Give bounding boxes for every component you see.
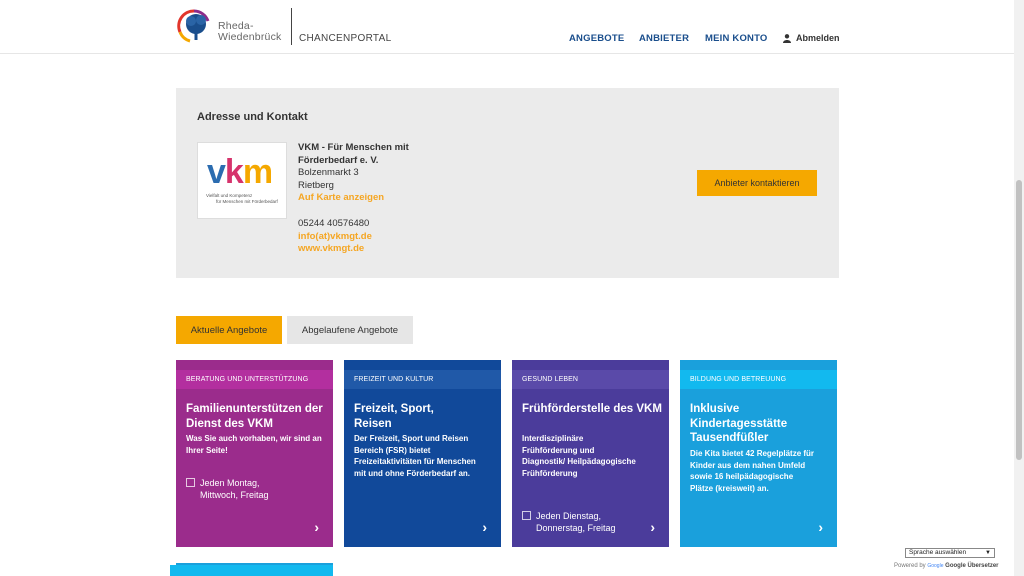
tab-current-offers[interactable]: Aktuelle Angebote xyxy=(176,316,282,344)
provider-logo-subtitle: Vielfalt und Kompetenz für Menschen mit … xyxy=(206,193,282,204)
provider-logo: vkm Vielfalt und Kompetenz für Menschen … xyxy=(197,142,287,219)
card-schedule: Jeden Dienstag, Donnerstag, Freitag xyxy=(522,510,626,534)
card-title: Freizeit, Sport, Reisen xyxy=(354,403,434,430)
language-select[interactable]: Sprache auswählen ▼ xyxy=(905,548,995,558)
google-logo: Google xyxy=(927,563,944,569)
provider-website[interactable]: www.vkmgt.de xyxy=(298,243,409,256)
chevron-right-icon[interactable]: › xyxy=(650,519,655,535)
card-description: Die Kita bietet 42 Regelplätze für Kinde… xyxy=(690,449,815,493)
page-scrollbar[interactable] xyxy=(1014,0,1024,576)
provider-city: Rietberg xyxy=(298,179,334,191)
chevron-right-icon[interactable]: › xyxy=(482,519,487,535)
page: Rheda- Wiedenbrück CHANCENPORTAL ANGEBOT… xyxy=(0,0,1024,576)
provider-email[interactable]: info(at)vkmgt.de xyxy=(298,231,409,244)
chevron-right-icon[interactable]: › xyxy=(314,519,319,535)
calendar-icon xyxy=(522,511,531,520)
card-title: Inklusive Kindertagesstätte Tausendfüßle… xyxy=(690,403,788,444)
card-category: FREIZEIT UND KULTUR xyxy=(344,370,501,389)
card-category: BERATUNG UND UNTERSTÜTZUNG xyxy=(176,370,333,389)
user-icon xyxy=(783,33,791,43)
card-category: BILDUNG UND BETREUUNG xyxy=(680,370,837,389)
provider-logo-word: vkm xyxy=(207,153,273,191)
card-title: Familienunterstützen der Dienst des VKM xyxy=(186,403,323,430)
offer-card[interactable]: FREIZEIT UND KULTUR Freizeit, Sport, Rei… xyxy=(344,360,501,547)
google-translate-link[interactable]: Google Übersetzer xyxy=(945,563,998,569)
provider-street: Bolzenmarkt 3 xyxy=(298,167,359,179)
header-divider xyxy=(291,8,292,45)
contact-heading: Adresse und Kontakt xyxy=(197,111,308,123)
card-category-strip xyxy=(170,565,333,576)
card-schedule: Jeden Montag, Mittwoch, Freitag xyxy=(186,477,280,501)
card-category: GESUND LEBEN xyxy=(512,370,669,389)
calendar-icon xyxy=(186,478,195,487)
nav-angebote[interactable]: ANGEBOTE xyxy=(569,33,624,44)
scrollbar-thumb[interactable] xyxy=(1016,180,1022,460)
card-description: Was Sie auch vorhaben, wir sind an Ihrer… xyxy=(186,434,322,455)
provider-name-1: VKM - Für Menschen mit xyxy=(298,142,409,153)
provider-logo-sub-2: für Menschen mit Förderbedarf xyxy=(216,198,278,204)
nav-mein-konto[interactable]: MEIN KONTO xyxy=(705,33,768,44)
portal-title: CHANCENPORTAL xyxy=(299,33,392,44)
city-logo-icon[interactable] xyxy=(176,8,212,44)
provider-name-2: Förderbedarf e. V. xyxy=(298,154,379,166)
map-link[interactable]: Auf Karte anzeigen xyxy=(298,192,409,205)
powered-by-label: Powered by xyxy=(894,563,926,569)
offer-card[interactable]: BILDUNG UND BETREUUNG Inklusive Kinderta… xyxy=(680,360,837,547)
card-description: Interdisziplinäre Frühförderung und Diag… xyxy=(522,434,636,478)
chevron-right-icon[interactable]: › xyxy=(818,519,823,535)
tab-expired-offers[interactable]: Abgelaufene Angebote xyxy=(287,316,413,344)
card-schedule-text: Jeden Montag, Mittwoch, Freitag xyxy=(200,478,269,500)
brand-line-2: Wiedenbrück xyxy=(218,31,282,43)
contact-section: Adresse und Kontakt vkm Vielfalt und Kom… xyxy=(176,88,839,278)
logout-label: Abmelden xyxy=(796,33,840,43)
card-schedule-text: Jeden Dienstag, Donnerstag, Freitag xyxy=(536,511,616,533)
chevron-down-icon: ▼ xyxy=(985,550,991,556)
offer-card[interactable]: BERATUNG UND UNTERSTÜTZUNG Familienunter… xyxy=(176,360,333,547)
powered-by: Powered by Google Google Übersetzer xyxy=(894,563,999,569)
language-select-value: Sprache auswählen xyxy=(909,549,967,556)
offer-card[interactable]: GESUND LEBEN Frühförderstelle des VKM In… xyxy=(512,360,669,547)
provider-phone: 05244 40576480 xyxy=(298,217,370,229)
site-header: Rheda- Wiedenbrück CHANCENPORTAL ANGEBOT… xyxy=(0,0,1014,54)
offer-card[interactable] xyxy=(170,563,333,576)
logout-link[interactable]: Abmelden xyxy=(783,33,840,43)
provider-info: VKM - Für Menschen mit Förderbedarf e. V… xyxy=(298,142,409,256)
brand-text[interactable]: Rheda- Wiedenbrück xyxy=(218,21,281,43)
contact-provider-button[interactable]: Anbieter kontaktieren xyxy=(697,170,817,196)
card-title: Frühförderstelle des VKM xyxy=(522,403,662,415)
card-description: Der Freizeit, Sport und Reisen Bereich (… xyxy=(354,434,476,478)
nav-anbieter[interactable]: ANBIETER xyxy=(639,33,689,44)
